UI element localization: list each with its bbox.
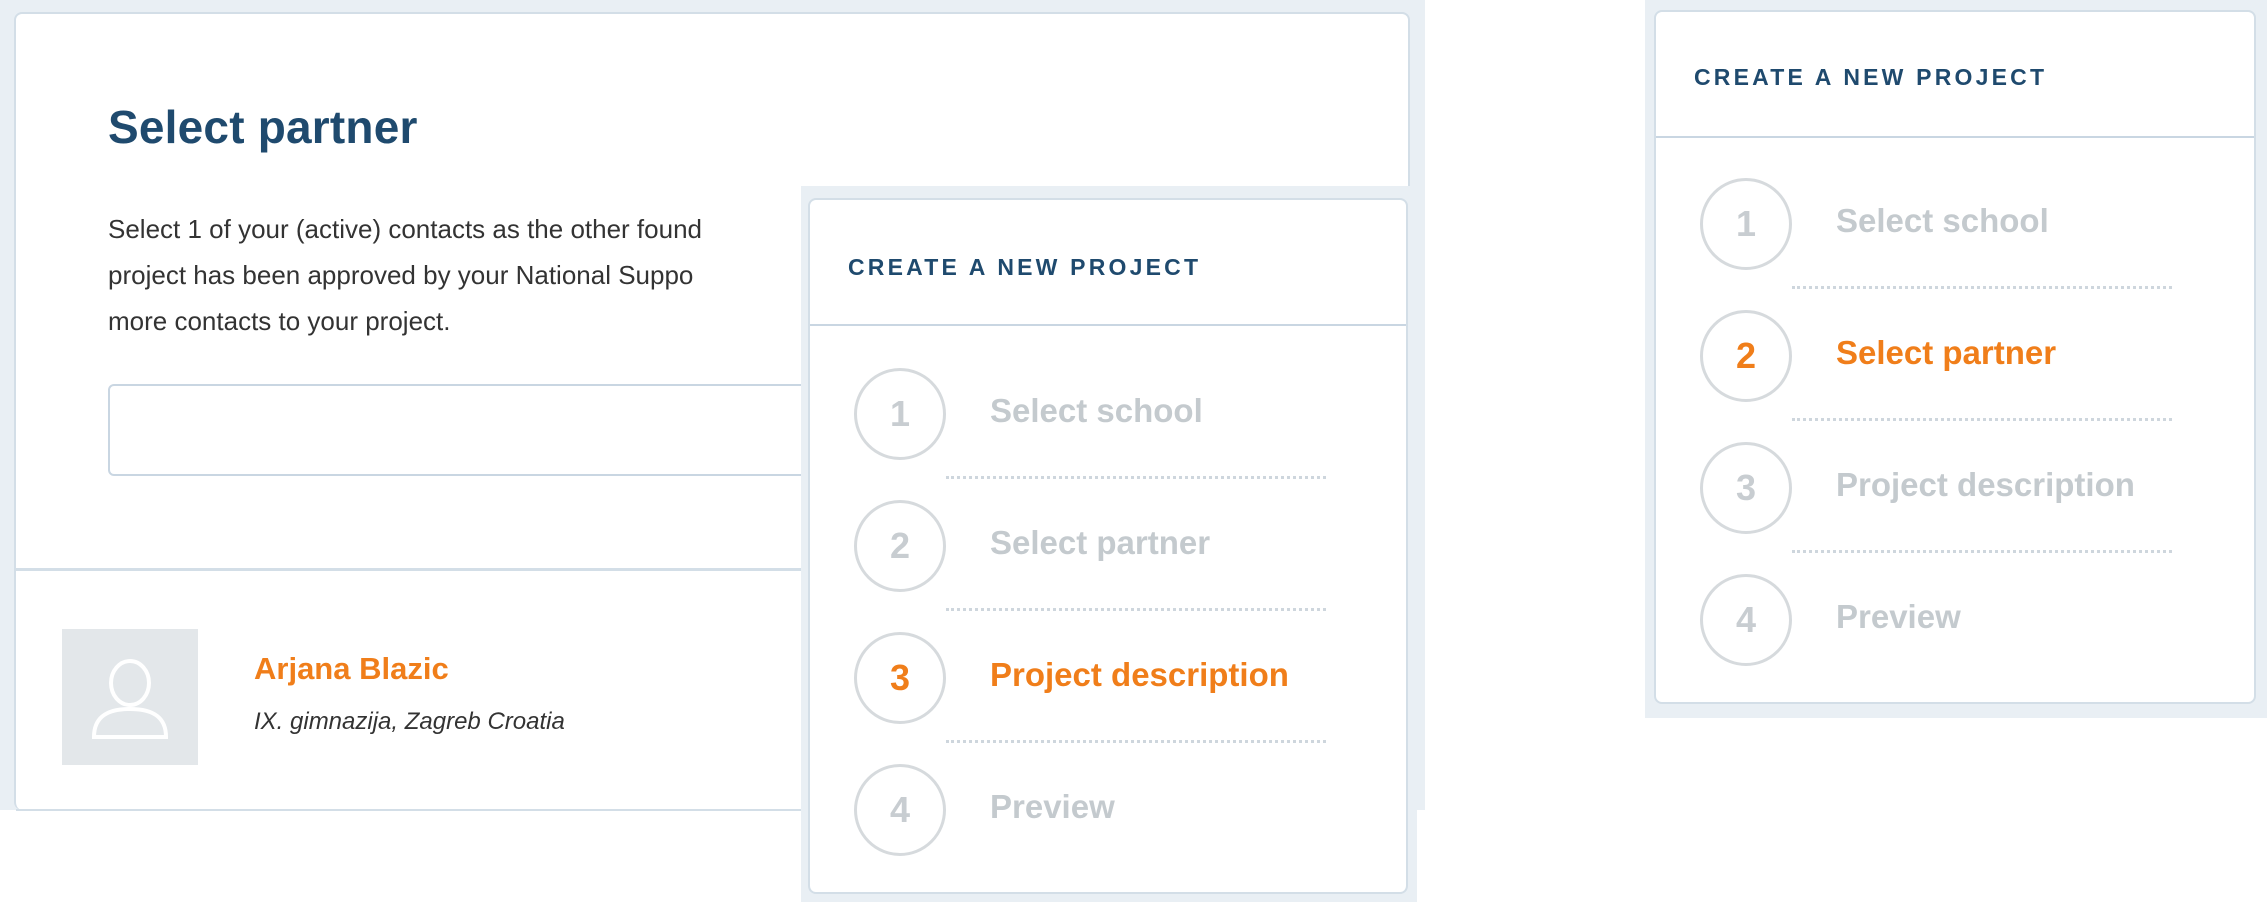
page-title: Select partner — [108, 101, 418, 153]
step-number-circle: 2 — [1700, 310, 1792, 402]
step-connector — [946, 476, 1326, 479]
intro-line-3: more contacts to your project. — [108, 306, 451, 336]
step-select-school[interactable]: 1 Select school — [854, 368, 1374, 464]
avatar — [62, 629, 198, 765]
step-label: Preview — [990, 788, 1115, 825]
user-silhouette-icon — [91, 659, 169, 739]
step-project-description[interactable]: 3 Project description — [854, 632, 1374, 728]
step-preview[interactable]: 4 Preview — [1700, 574, 2220, 670]
intro-line-1: Select 1 of your (active) contacts as th… — [108, 214, 702, 244]
stepper-divider — [1656, 136, 2254, 138]
step-preview[interactable]: 4 Preview — [854, 764, 1374, 860]
step-select-partner[interactable]: 2 Select partner — [854, 500, 1374, 596]
step-label: Select school — [1836, 202, 2049, 239]
intro-line-2: project has been approved by your Nation… — [108, 260, 694, 290]
step-connector — [1792, 418, 2172, 421]
stepper-title: CREATE A NEW PROJECT — [1694, 64, 2048, 90]
create-project-stepper: CREATE A NEW PROJECT 1 Select school 2 S… — [808, 198, 1408, 894]
step-connector — [1792, 550, 2172, 553]
contact-name-link[interactable]: Arjana Blazic — [254, 651, 449, 687]
step-select-partner[interactable]: 2 Select partner — [1700, 310, 2220, 406]
stepper-divider — [810, 324, 1406, 326]
step-connector — [946, 608, 1326, 611]
contact-school: IX. gimnazija, Zagreb Croatia — [254, 708, 565, 735]
step-number-circle: 2 — [854, 500, 946, 592]
create-project-stepper: CREATE A NEW PROJECT 1 Select school 2 S… — [1654, 10, 2256, 704]
step-select-school[interactable]: 1 Select school — [1700, 178, 2220, 274]
step-label: Project description — [990, 656, 1289, 693]
step-number-circle: 3 — [1700, 442, 1792, 534]
step-project-description[interactable]: 3 Project description — [1700, 442, 2220, 538]
step-number-circle: 4 — [854, 764, 946, 856]
intro-text: Select 1 of your (active) contacts as th… — [108, 206, 868, 344]
step-number-circle: 1 — [854, 368, 946, 460]
stepper-title: CREATE A NEW PROJECT — [848, 254, 1202, 280]
step-connector — [946, 740, 1326, 743]
step-number-circle: 1 — [1700, 178, 1792, 270]
step-number-circle: 3 — [854, 632, 946, 724]
step-label: Select partner — [990, 524, 1211, 561]
step-number-circle: 4 — [1700, 574, 1792, 666]
step-label: Select partner — [1836, 334, 2057, 371]
step-label: Project description — [1836, 466, 2135, 503]
step-label: Preview — [1836, 598, 1961, 635]
step-label: Select school — [990, 392, 1203, 429]
step-connector — [1792, 286, 2172, 289]
